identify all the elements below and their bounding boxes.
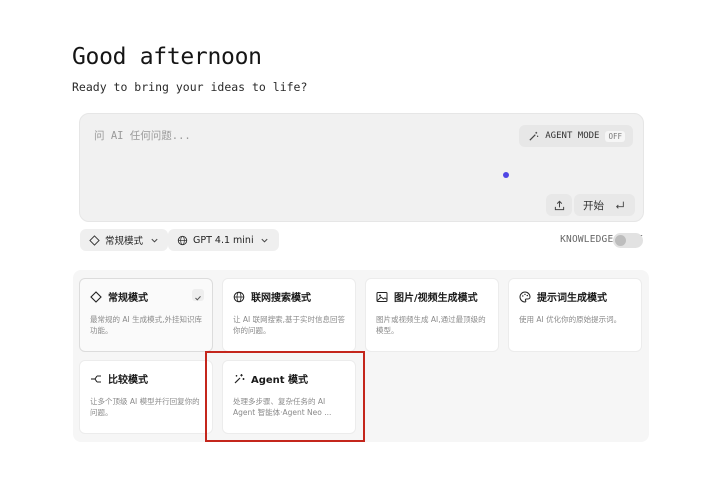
- mode-card-desc: 让多个顶级 AI 模型并行回复你的问题。: [90, 397, 200, 417]
- globe-icon: [176, 234, 188, 246]
- start-label: 开始: [583, 199, 604, 212]
- mode-card-title: 提示词生成模式: [537, 293, 607, 304]
- agent-mode-label: AGENT MODE: [545, 131, 600, 141]
- upload-icon: [553, 199, 565, 211]
- mode-card-desc: 图片或视频生成 AI,通过最顶级的模型。: [376, 315, 486, 335]
- greeting-subtitle: Ready to bring your ideas to life?: [72, 80, 308, 94]
- mode-card-title: 图片/视频生成模式: [394, 293, 478, 304]
- model-select-label: GPT 4.1 mini: [193, 234, 254, 246]
- mode-card-desc: 让 AI 联网搜索,基于实时信息回答你的问题。: [233, 315, 345, 335]
- palette-icon: [519, 290, 531, 303]
- toggle-knob: [615, 235, 626, 246]
- mode-card-regular[interactable]: 常规模式 最常规的 AI 生成模式,外挂知识库功能。: [79, 278, 213, 352]
- mode-card-desc: 使用 AI 优化你的原始提示词。: [519, 315, 622, 324]
- mode-card-prompt-gen[interactable]: 提示词生成模式 使用 AI 优化你的原始提示词。: [508, 278, 642, 352]
- start-button[interactable]: 开始: [574, 194, 635, 216]
- mode-select[interactable]: 常规模式: [80, 229, 169, 251]
- chevron-down-icon: [259, 234, 271, 246]
- check-icon: [192, 289, 204, 301]
- mode-select-label: 常规模式: [105, 236, 144, 247]
- mode-card-compare[interactable]: 比较模式 让多个顶级 AI 模型并行回复你的问题。: [79, 360, 213, 434]
- mode-card-desc: 最常规的 AI 生成模式,外挂知识库功能。: [90, 315, 202, 335]
- agent-mode-toggle[interactable]: AGENT MODE OFF: [519, 125, 633, 147]
- compare-icon: [90, 373, 102, 385]
- prompt-placeholder[interactable]: 问 AI 任何问题...: [94, 128, 191, 143]
- mode-card-title: 联网搜索模式: [251, 293, 311, 304]
- diamond-icon: [88, 234, 100, 246]
- mode-card-web-search[interactable]: 联网搜索模式 让 AI 联网搜索,基于实时信息回答你的问题。: [222, 278, 356, 352]
- knowledge-base-toggle[interactable]: [613, 233, 643, 248]
- mode-card-title: 常规模式: [108, 293, 148, 304]
- enter-icon: [614, 199, 626, 211]
- model-select[interactable]: GPT 4.1 mini: [168, 229, 279, 251]
- wand-icon: [527, 130, 539, 142]
- upload-button[interactable]: [546, 194, 572, 216]
- greeting-title: Good afternoon: [72, 44, 262, 70]
- status-dot: [503, 172, 509, 178]
- mode-card-title: 比较模式: [108, 375, 148, 386]
- prompt-input-box[interactable]: 问 AI 任何问题... AGENT MODE OFF 开始: [79, 113, 644, 222]
- diamond-icon: [90, 290, 102, 303]
- chevron-down-icon: [148, 234, 160, 246]
- globe-icon: [233, 291, 245, 303]
- mode-card-image-video[interactable]: 图片/视频生成模式 图片或视频生成 AI,通过最顶级的模型。: [365, 278, 499, 352]
- highlight-box: [205, 351, 365, 442]
- agent-mode-state: OFF: [605, 130, 625, 142]
- image-icon: [376, 291, 388, 303]
